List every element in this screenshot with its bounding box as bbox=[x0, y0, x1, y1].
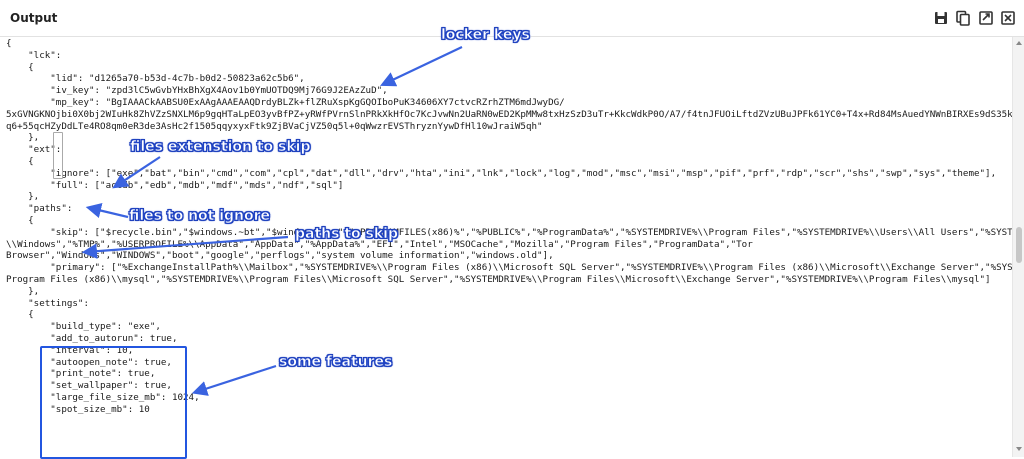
annotation-files-not-ignore: files to not ignore bbox=[129, 208, 271, 225]
annotation-locker-keys: locker keys bbox=[441, 27, 530, 44]
code-line: "iv_key": "zpd3lC5wGvbYHxBhXgX4Aov1b0YmU… bbox=[6, 85, 388, 97]
code-line: "mp_key": "BgIAAACkAABSU0ExAAgAAAEAAQDrd… bbox=[6, 97, 565, 108]
open-in-new-icon[interactable] bbox=[977, 9, 995, 27]
annotation-files-ext-skip: files extenstion to skip bbox=[130, 139, 311, 156]
code-line: }, bbox=[6, 191, 40, 203]
settings-highlight-box bbox=[40, 346, 187, 459]
scroll-down-icon[interactable] bbox=[1016, 447, 1022, 451]
code-line: "settings": bbox=[6, 297, 89, 309]
copy-icon[interactable] bbox=[954, 9, 972, 27]
annotation-some-features: some features bbox=[279, 354, 393, 371]
scroll-thumb[interactable] bbox=[1016, 227, 1022, 263]
annotation-paths-skip: paths to skip bbox=[295, 226, 399, 243]
code-line: "lck": bbox=[6, 49, 62, 61]
code-line: { bbox=[6, 156, 34, 167]
save-icon[interactable] bbox=[932, 9, 950, 27]
code-line: "primary": ["%ExchangeInstallPath%\\Mail… bbox=[6, 262, 1012, 274]
code-line: Browser","Windows","WINDOWS","boot","goo… bbox=[6, 250, 554, 262]
panel-title: Output bbox=[10, 11, 58, 25]
code-line: }, bbox=[6, 132, 40, 144]
code-line: "skip": ["$recycle.bin","$windows.~bt","… bbox=[6, 226, 1012, 238]
vertical-scrollbar[interactable] bbox=[1012, 37, 1024, 457]
code-line: { bbox=[6, 215, 34, 226]
code-line: { bbox=[6, 61, 34, 73]
code-line: { bbox=[6, 309, 34, 321]
code-line: Program Files (x86)\\mysql","%SYSTEMDRIV… bbox=[6, 274, 991, 285]
code-line: "add_to_autorun": true, bbox=[6, 333, 178, 344]
code-line: "full": ["accdb","edb","mdb","mdf","mds"… bbox=[6, 179, 344, 191]
code-line: { bbox=[6, 38, 12, 49]
code-line: "lid": "d1265a70-b53d-4c7b-b0d2-50823a62… bbox=[6, 73, 305, 85]
code-line: q6+55qcHZyDdLTe4RO8qm0eR3de3AsHc2f1505qq… bbox=[6, 120, 543, 132]
code-line: }, bbox=[6, 285, 40, 297]
code-line: "ignore": ["exe","bat","bin","cmd","com"… bbox=[6, 167, 997, 179]
ext-bracket-highlight bbox=[53, 132, 63, 179]
code-line: "paths": bbox=[6, 203, 73, 215]
code-line: 5xGVNGKNOjbi0X0bj2WIuHk8ZhVZzSNXLM6p9gqH… bbox=[6, 108, 1012, 120]
clear-icon[interactable] bbox=[999, 9, 1017, 27]
scroll-up-icon[interactable] bbox=[1016, 41, 1022, 45]
code-line: "build_type": "exe", bbox=[6, 321, 161, 333]
